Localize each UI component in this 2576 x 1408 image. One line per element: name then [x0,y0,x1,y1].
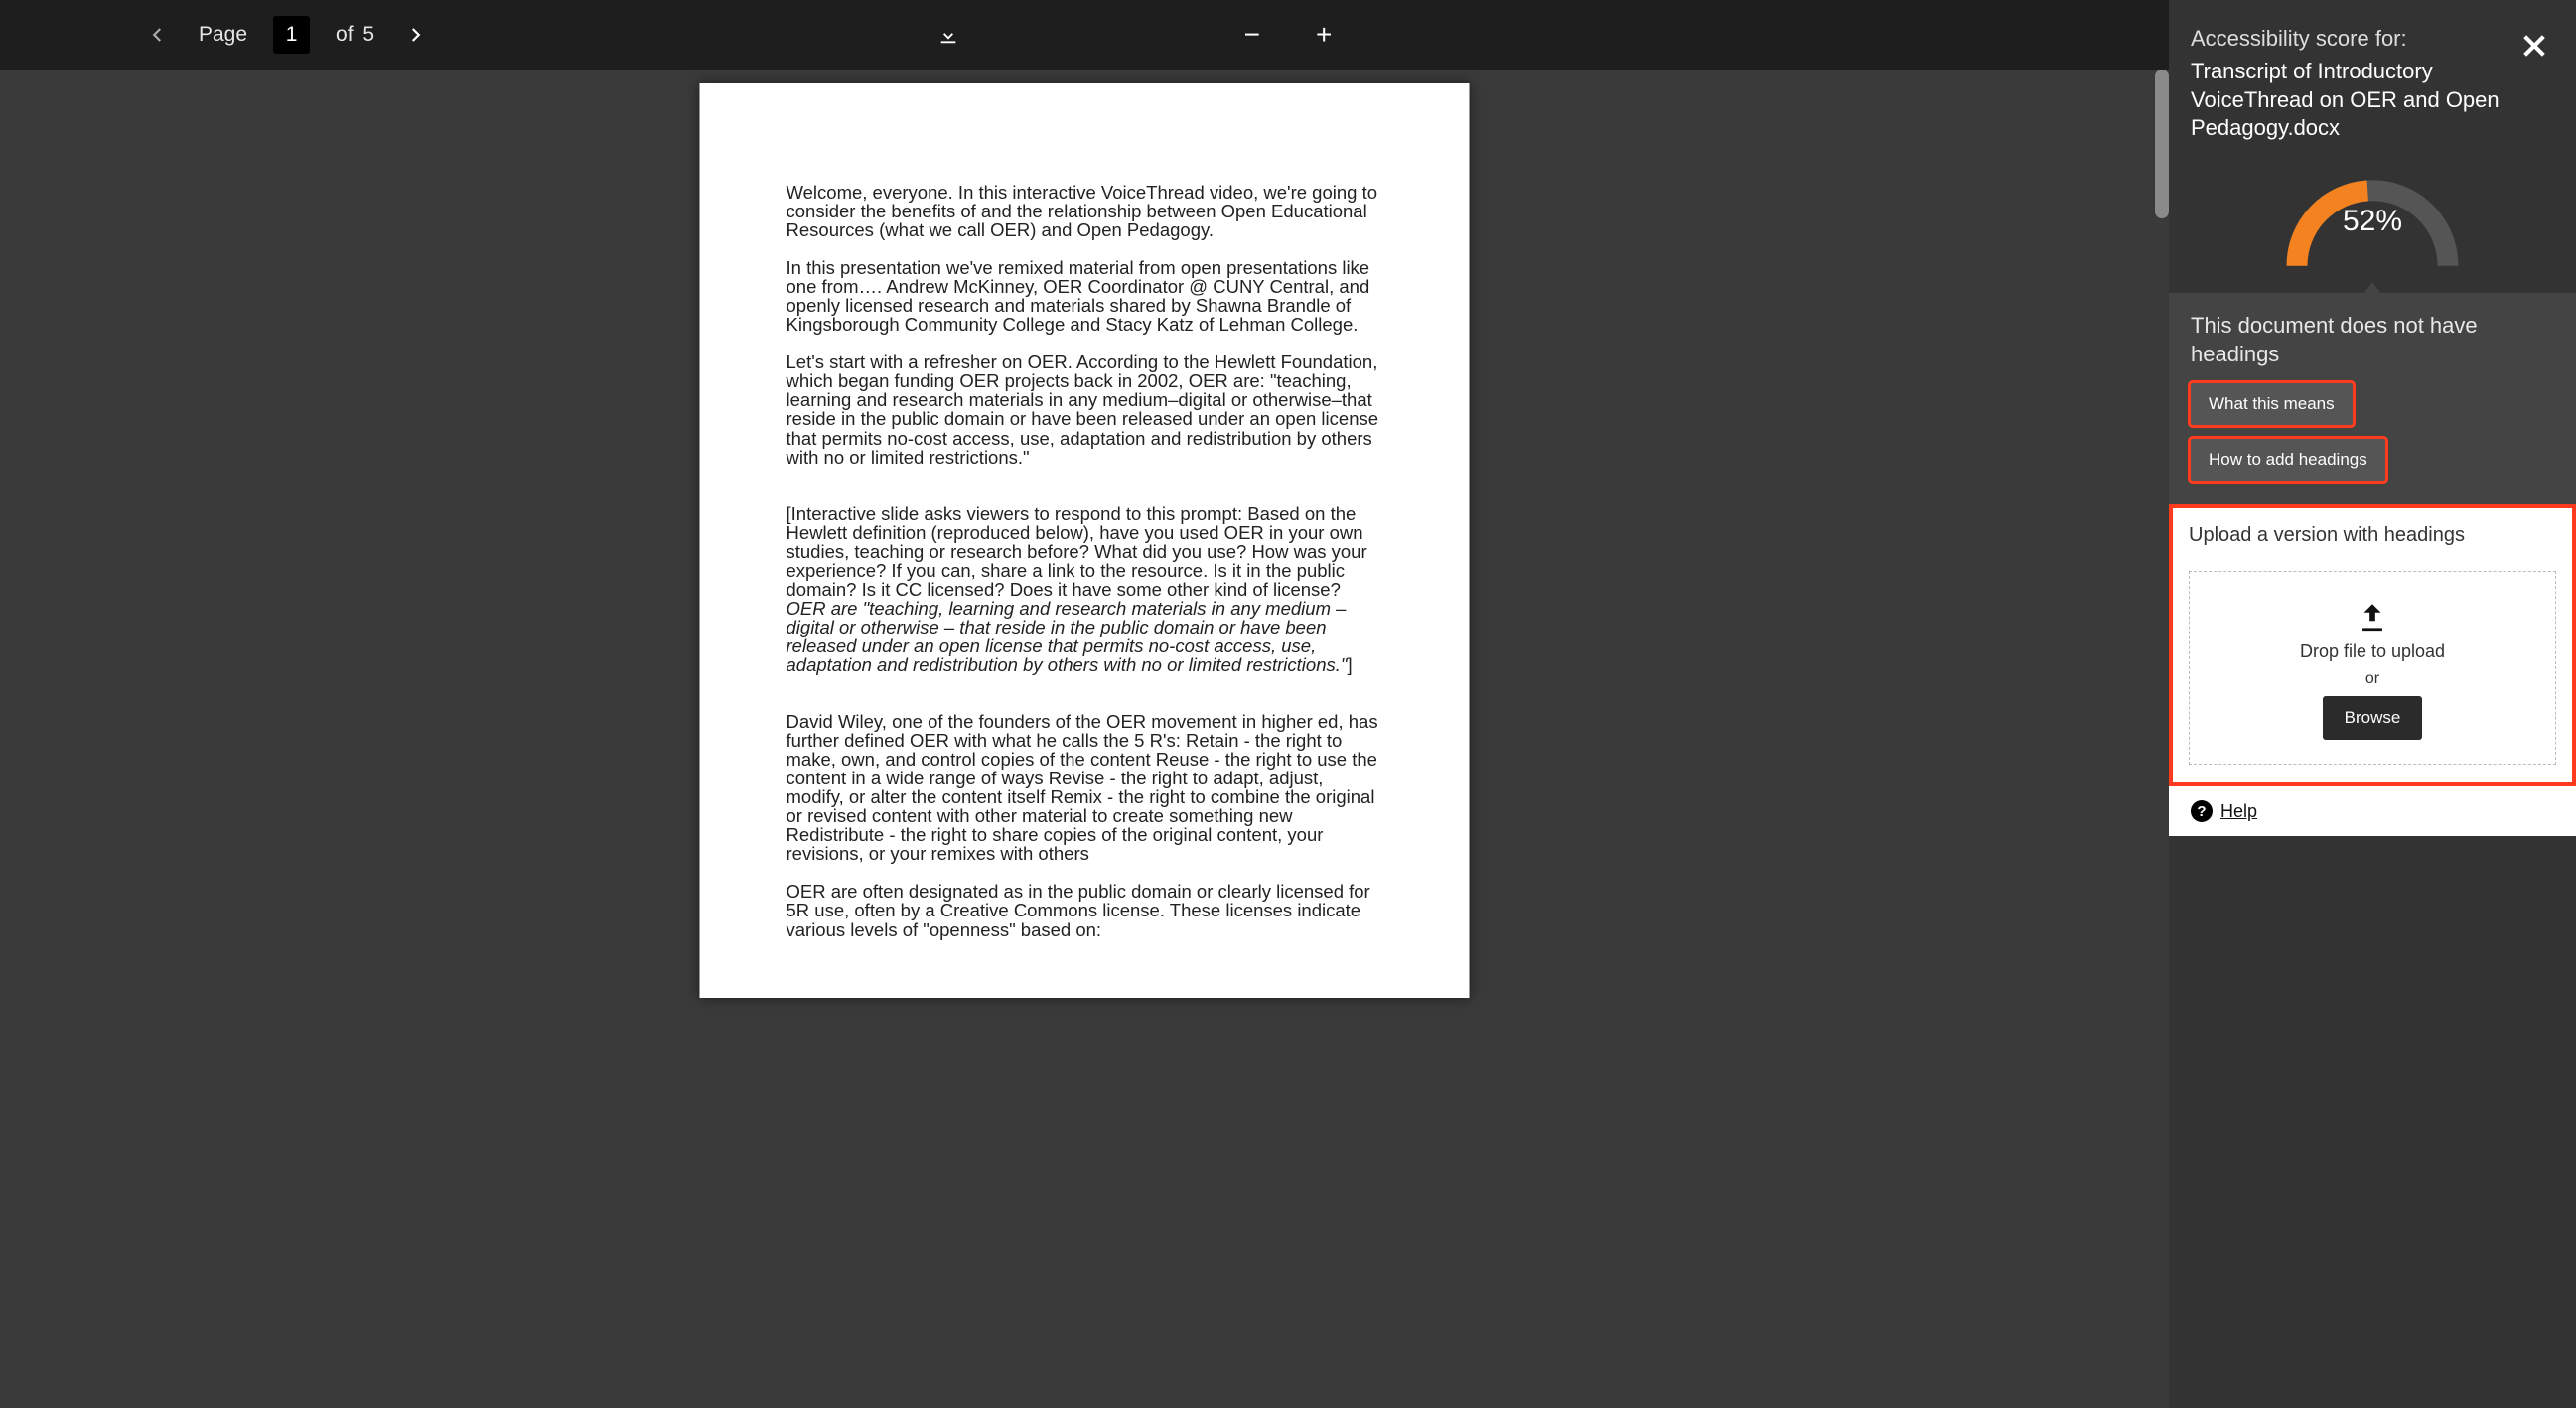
help-icon: ? [2191,800,2213,822]
doc-text: [Interactive slide asks viewers to respo… [787,503,1367,600]
doc-paragraph: Welcome, everyone. In this interactive V… [787,183,1383,239]
how-to-add-headings-button[interactable]: How to add headings [2191,439,2385,481]
browse-button[interactable]: Browse [2323,696,2423,740]
help-row: ? Help [2169,786,2576,836]
document-page: Welcome, everyone. In this interactive V… [700,83,1470,998]
issue-heading-text: This document does not have headings [2191,311,2554,369]
page-number-input[interactable] [273,16,310,54]
panel-title-block: Accessibility score for: Transcript of I… [2191,26,2504,143]
page-nav-group: Page of 5 [143,16,430,54]
document-filename: Transcript of Introductory VoiceThread o… [2191,58,2504,143]
chevron-right-icon [406,26,424,44]
doc-paragraph: David Wiley, one of the founders of the … [787,712,1383,863]
close-panel-button[interactable] [2514,26,2554,66]
scrollbar[interactable] [2155,70,2169,1408]
chevron-left-icon [149,26,167,44]
download-icon [937,24,959,46]
doc-paragraph: OER are often designated as in the publi… [787,882,1383,938]
plus-icon: + [1316,21,1332,49]
minus-icon: − [1244,21,1260,49]
help-link[interactable]: Help [2220,801,2257,822]
zoom-in-button[interactable]: + [1310,15,1338,55]
score-percent: 52% [2169,205,2576,238]
panel-header: Accessibility score for: Transcript of I… [2169,0,2576,149]
upload-icon [2356,600,2389,634]
accessibility-panel: Accessibility score for: Transcript of I… [2169,0,2576,1408]
file-dropzone[interactable]: Drop file to upload or Browse [2189,571,2556,765]
download-group [931,18,965,52]
download-button[interactable] [931,18,965,52]
doc-paragraph: Let's start with a refresher on OER. Acc… [787,352,1383,466]
issue-section: This document does not have headings Wha… [2169,293,2576,504]
drop-file-text: Drop file to upload [2300,641,2445,662]
doc-text-italic: OER are "teaching, learning and research… [787,598,1348,675]
score-gauge: 52% [2169,149,2576,282]
close-icon [2520,32,2548,60]
page-of-label: of 5 [336,23,374,47]
or-text: or [2365,670,2379,688]
of-text: of [336,23,354,46]
help-area: ? Help [2169,786,2576,836]
document-viewport: Welcome, everyone. In this interactive V… [0,70,2169,1408]
doc-text: ] [1347,654,1352,675]
upload-title: Upload a version with headings [2189,524,2556,547]
zoom-group: − + [1238,15,1339,55]
next-page-button[interactable] [400,20,430,50]
doc-paragraph: [Interactive slide asks viewers to respo… [787,504,1383,674]
upload-section: Upload a version with headings Drop file… [2169,504,2576,786]
scroll-thumb[interactable] [2155,70,2169,218]
doc-paragraph: In this presentation we've remixed mater… [787,258,1383,334]
total-pages-text: 5 [362,23,374,46]
zoom-out-button[interactable]: − [1238,15,1266,55]
score-for-label: Accessibility score for: [2191,26,2504,52]
what-this-means-button[interactable]: What this means [2191,383,2353,425]
page-label: Page [199,23,247,47]
prev-page-button[interactable] [143,20,173,50]
